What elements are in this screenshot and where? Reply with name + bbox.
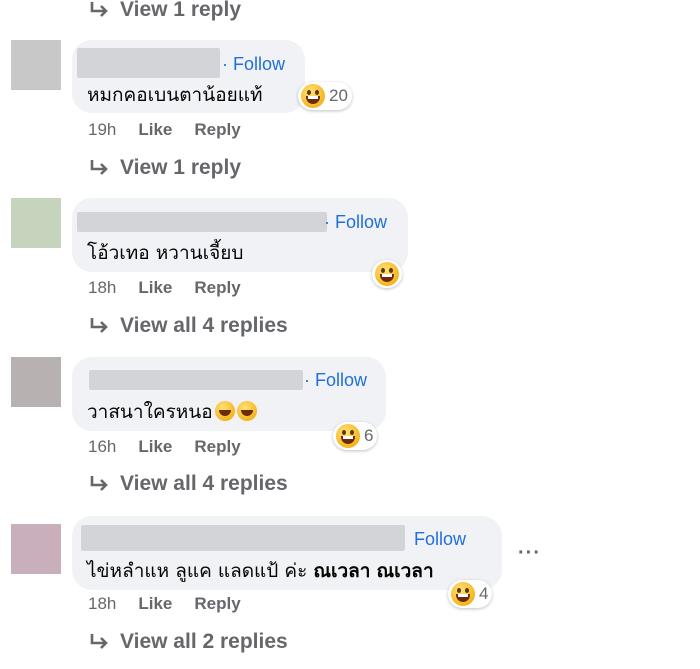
mentioned-tag[interactable]: ณเวลา (377, 560, 434, 582)
follow-button[interactable]: · Follow (222, 54, 285, 75)
view-replies-label: View all 4 replies (120, 314, 288, 337)
reply-button[interactable]: Reply (194, 278, 240, 298)
avatar[interactable] (11, 357, 61, 407)
more-options-icon[interactable]: ··· (518, 542, 541, 565)
reaction-count: 4 (479, 584, 489, 603)
follow-button[interactable]: · Follow (324, 212, 387, 233)
like-button[interactable]: Like (138, 437, 172, 457)
view-replies-link[interactable]: View 1 reply (88, 0, 241, 24)
comment-meta: 16h Like Reply (88, 437, 241, 457)
timestamp[interactable]: 16h (88, 437, 116, 457)
grinning-squinting-face-icon (451, 582, 475, 606)
reply-arrow-icon (90, 634, 108, 649)
comment-meta: 18h Like Reply (88, 278, 241, 298)
reply-button[interactable]: Reply (194, 120, 240, 140)
reply-button[interactable]: Reply (194, 594, 240, 614)
reaction-badge[interactable]: 20 (298, 82, 352, 110)
view-replies-label: View 1 reply (120, 156, 242, 179)
author-name-redacted[interactable] (89, 370, 303, 390)
grinning-squinting-face-icon (336, 424, 360, 448)
reply-arrow-icon (90, 160, 108, 175)
rolling-on-floor-laughing-icon (236, 401, 257, 421)
reply-arrow-icon (90, 318, 108, 333)
reply-arrow-icon (90, 2, 108, 17)
comment-bubble: Follow ไข่หลำแห ลูแค แลดแป้ ค่ะ ณเวลา ณเ… (72, 516, 502, 590)
reaction-badge[interactable]: 6 (333, 422, 378, 450)
reply-button[interactable]: Reply (194, 437, 240, 457)
rolling-on-floor-laughing-icon (214, 401, 235, 421)
avatar[interactable] (11, 524, 61, 574)
author-name-redacted[interactable] (81, 525, 405, 551)
timestamp[interactable]: 18h (88, 278, 116, 298)
mentioned-tag[interactable]: ณเวลา (313, 560, 370, 582)
comment-text: ไข่หลำแห ลูแค แลดแป้ ค่ะ ณเวลา ณเวลา (87, 556, 434, 586)
view-replies-link[interactable]: View all 4 replies (88, 470, 288, 498)
comment-bubble: · Follow หมกคอเบนตาน้อยแท้ (72, 40, 305, 113)
comment-text: หมกคอเบนตาน้อยแท้ (87, 84, 263, 106)
like-button[interactable]: Like (138, 278, 172, 298)
grinning-squinting-face-icon (301, 84, 325, 108)
timestamp[interactable]: 18h (88, 594, 116, 614)
like-button[interactable]: Like (138, 120, 172, 140)
follow-button[interactable]: · Follow (304, 370, 367, 391)
comment-text-body: วาสนาใครหนอ (87, 401, 213, 423)
grinning-squinting-face-icon (375, 262, 399, 286)
follow-button[interactable]: Follow (414, 529, 466, 550)
timestamp[interactable]: 19h (88, 120, 116, 140)
comment-meta: 19h Like Reply (88, 120, 241, 140)
reply-arrow-icon (90, 476, 108, 491)
comment-meta: 18h Like Reply (88, 594, 241, 614)
avatar[interactable] (11, 198, 61, 248)
view-replies-link[interactable]: View all 2 replies (88, 628, 288, 656)
view-replies-link[interactable]: View all 4 replies (88, 312, 288, 340)
comment-bubble: · Follow วาสนาใครหนอ (72, 357, 386, 431)
author-name-redacted[interactable] (77, 212, 327, 232)
author-name-redacted[interactable] (77, 48, 220, 78)
reaction-badge[interactable]: 4 (448, 580, 493, 608)
view-replies-link[interactable]: View 1 reply (88, 154, 241, 182)
comment-text-body: ไข่หลำแห ลูแค แลดแป้ ค่ะ (87, 560, 314, 582)
reaction-count: 20 (329, 86, 348, 105)
comment-text: โอ้วเทอ หวานเจี้ยบ (87, 242, 244, 264)
comment-bubble: · Follow โอ้วเทอ หวานเจี้ยบ (72, 198, 408, 272)
view-replies-label: View all 2 replies (120, 630, 288, 653)
reaction-count: 6 (364, 426, 374, 445)
reaction-badge[interactable] (372, 260, 402, 288)
like-button[interactable]: Like (138, 594, 172, 614)
view-replies-label: View 1 reply (120, 0, 242, 21)
avatar[interactable] (11, 40, 61, 90)
comment-text: วาสนาใครหนอ (87, 397, 257, 427)
view-replies-label: View all 4 replies (120, 472, 288, 495)
